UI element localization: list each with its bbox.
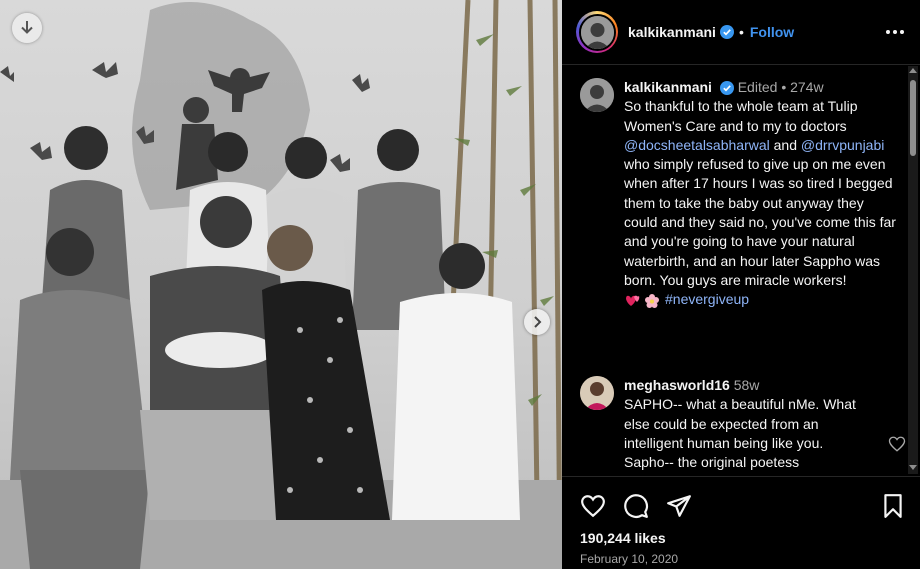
comment-body: SAPHO-- what a beautiful nMe. What else … — [624, 396, 856, 471]
next-photo-button[interactable] — [524, 309, 550, 335]
caption-body-2: and — [769, 136, 801, 153]
scroll-thumb[interactable] — [910, 80, 916, 156]
two-hearts-icon — [626, 295, 640, 306]
hashtag-link[interactable]: #nevergiveup — [665, 291, 749, 307]
post-sidebar: kalkikanmani • Follow kalkikanmani Edite… — [562, 0, 920, 569]
comment-icon[interactable] — [623, 493, 649, 519]
caption-avatar[interactable] — [580, 78, 614, 112]
caption-text: kalkikanmani Edited • 274w So thankful t… — [624, 78, 900, 310]
scroll-up-arrow-icon[interactable] — [909, 68, 917, 73]
comments-scrollbar[interactable] — [908, 66, 918, 474]
like-count[interactable]: 190,244 likes — [580, 530, 666, 546]
comments-section: kalkikanmani Edited • 274w So thankful t… — [562, 66, 920, 474]
comment-item: meghasworld16 58w SAPHO-- what a beautif… — [580, 376, 906, 472]
verified-badge-icon — [719, 81, 734, 96]
separator-dot: • — [738, 24, 744, 40]
download-button[interactable] — [12, 13, 42, 43]
action-bar: 190,244 likes February 10, 2020 — [562, 476, 920, 569]
post-photo — [0, 0, 562, 569]
commenter-avatar[interactable] — [580, 376, 614, 410]
caption-body-1: So thankful to the whole team at Tulip W… — [624, 98, 858, 134]
comment-text: meghasworld16 58w SAPHO-- what a beautif… — [624, 376, 862, 472]
mention-link[interactable]: @docsheetalsabharwal — [624, 137, 770, 153]
bookmark-icon[interactable] — [880, 493, 906, 519]
emoji-group — [624, 293, 659, 308]
scroll-down-arrow-icon[interactable] — [909, 465, 917, 470]
chevron-right-icon — [534, 316, 542, 328]
author-username[interactable]: kalkikanmani — [628, 24, 716, 40]
follow-button[interactable]: Follow — [750, 24, 794, 40]
separator-dot: • — [781, 79, 787, 95]
comment-age[interactable]: 58w — [734, 377, 760, 393]
caption-body-3: who simply refused to give up on me even… — [624, 156, 896, 288]
post-date[interactable]: February 10, 2020 — [580, 552, 678, 566]
more-options-button[interactable] — [884, 22, 906, 42]
author-avatar-image — [578, 13, 616, 51]
blossom-icon — [645, 293, 659, 308]
commenter-username[interactable]: meghasworld16 — [624, 377, 730, 393]
caption-username[interactable]: kalkikanmani — [624, 79, 712, 95]
caption-age[interactable]: 274w — [790, 79, 823, 95]
comment-like-heart-icon[interactable] — [888, 435, 906, 453]
post-header: kalkikanmani • Follow — [562, 0, 920, 65]
more-options-icon — [886, 30, 890, 34]
mention-link[interactable]: @drrvpunjabi — [801, 137, 884, 153]
author-avatar[interactable] — [576, 11, 618, 53]
verified-badge-icon — [719, 25, 734, 39]
share-icon[interactable] — [666, 493, 692, 519]
edited-label: Edited — [737, 79, 778, 95]
caption: kalkikanmani Edited • 274w So thankful t… — [580, 78, 900, 310]
heart-icon[interactable] — [580, 493, 606, 519]
arrow-down-icon — [21, 21, 33, 34]
photo-illustration — [0, 0, 562, 569]
